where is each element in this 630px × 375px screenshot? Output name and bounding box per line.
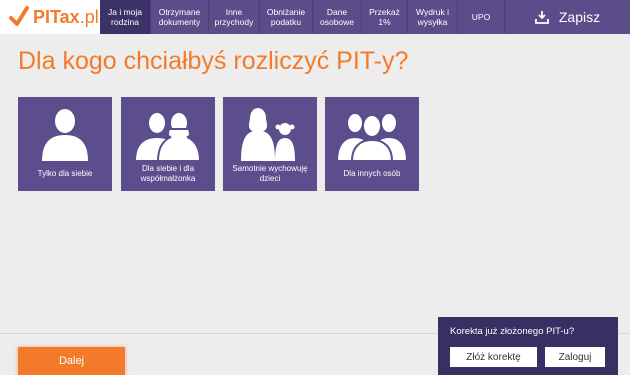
- correction-panel: Korekta już złożonego PIT-u? Złóż korekt…: [438, 317, 618, 375]
- nav-tab-ja-i-moja-rodzina[interactable]: Ja i moja rodzina: [100, 0, 150, 34]
- next-button[interactable]: Dalej: [18, 347, 125, 375]
- login-button[interactable]: Zaloguj: [545, 347, 605, 367]
- option-card-dla-innych-osob[interactable]: Dla innych osób: [325, 97, 419, 191]
- couple-icon: [133, 111, 202, 161]
- checkmark-logo-icon: [9, 6, 29, 26]
- parent-with-child-icon: [241, 108, 295, 161]
- single-person-icon: [42, 109, 88, 161]
- correction-title: Korekta już złożonego PIT-u?: [450, 326, 575, 337]
- option-label: Samotnie wychowuję dzieci: [232, 164, 308, 183]
- nav-tab-upo[interactable]: UPO: [458, 0, 504, 34]
- submit-correction-button[interactable]: Złóż korektę: [450, 347, 537, 367]
- option-card-samotnie-wychowuje-dzieci[interactable]: Samotnie wychowuję dzieci: [223, 97, 317, 191]
- save-label: Zapisz: [558, 9, 601, 25]
- download-icon: [534, 11, 549, 24]
- option-label: Dla innych osób: [343, 169, 401, 178]
- top-navigation: PITax.pl Ja i moja rodzina Otrzymane dok…: [0, 0, 630, 34]
- group-of-people-icon: [335, 112, 409, 161]
- save-button[interactable]: Zapisz: [505, 0, 630, 34]
- option-label: Dla siebie i dla współmałżonka: [140, 164, 196, 183]
- nav-tab-przekaz-1-procent[interactable]: Przekaż 1%: [362, 0, 407, 34]
- option-card-dla-siebie-i-wspolmalzonka[interactable]: Dla siebie i dla współmałżonka: [121, 97, 215, 191]
- logo-text: PITax.pl: [33, 7, 99, 27]
- page-title: Dla kogo chciałbyś rozliczyć PIT-y?: [18, 47, 409, 75]
- nav-tab-dane-osobowe[interactable]: Dane osobowe: [313, 0, 361, 34]
- nav-tab-inne-przychody[interactable]: Inne przychody: [209, 0, 259, 34]
- nav-tab-obnizanie-podatku[interactable]: Obniżanie podatku: [260, 0, 312, 34]
- logo[interactable]: PITax.pl: [0, 0, 100, 34]
- option-card-tylko-dla-siebie[interactable]: Tylko dla siebie: [18, 97, 112, 191]
- nav-tab-wydruk-i-wysylka[interactable]: Wydruk i wysyłka: [408, 0, 457, 34]
- option-label: Tylko dla siebie: [37, 169, 93, 178]
- nav-tab-otrzymane-dokumenty[interactable]: Otrzymane dokumenty: [151, 0, 208, 34]
